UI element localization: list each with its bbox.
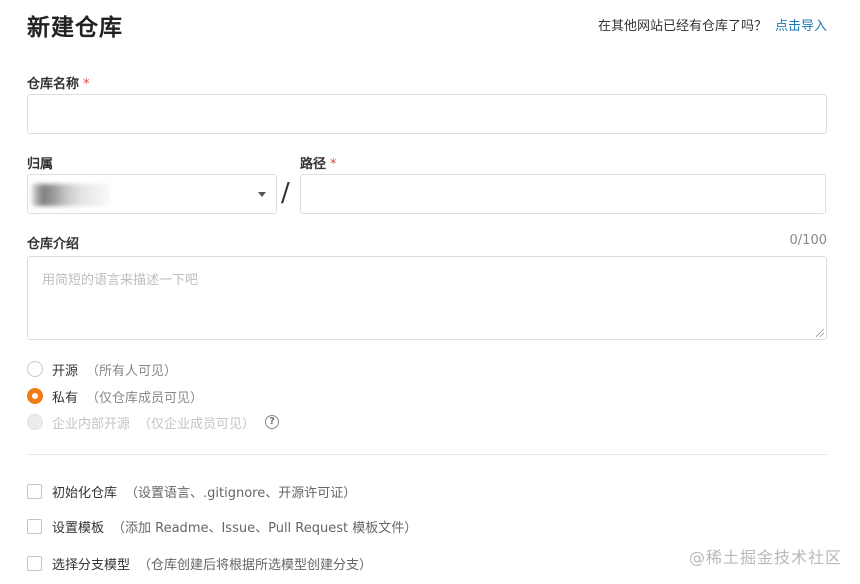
import-prompt: 在其他网站已经有仓库了吗？ [597, 19, 767, 34]
option-note: （添加 Readme、Issue、Pull Request 模板文件） [112, 520, 418, 536]
import-hint: 在其他网站已经有仓库了吗？ 点击导入 [598, 15, 827, 34]
repo-name-label: 仓库名称 * [27, 73, 90, 92]
radio-public[interactable]: 开源 （所有人可见） [27, 359, 177, 379]
radio-label: 开源 [52, 363, 79, 379]
owner-avatar-blurred [32, 184, 110, 206]
checkbox[interactable] [27, 555, 42, 571]
radio-circle-disabled [27, 414, 43, 430]
page-title: 新建仓库 [27, 15, 123, 41]
new-repo-page: 新建仓库 在其他网站已经有仓库了吗？ 点击导入 仓库名称 * 归属 路径 * / 仓库… [0, 0, 860, 584]
description-textarea[interactable]: 用简短的语言来描述一下吧 [27, 256, 827, 340]
option-label: 初始化仓库 [52, 485, 118, 501]
resize-handle-icon[interactable] [816, 329, 824, 337]
radio-enterprise: 企业内部开源 （仅企业成员可见） ? [27, 412, 280, 432]
divider [27, 454, 827, 455]
caret-down-icon [258, 192, 266, 197]
radio-note: （所有人可见） [86, 363, 178, 379]
path-separator: / [281, 178, 290, 208]
option-templates[interactable]: 设置模板 （添加 Readme、Issue、Pull Request 模板文件） [27, 516, 417, 536]
radio-label: 企业内部开源 [52, 416, 131, 432]
radio-label: 私有 [52, 390, 79, 406]
option-label: 设置模板 [52, 520, 105, 536]
radio-note: （仅仓库成员可见） [86, 390, 204, 406]
option-branch-model[interactable]: 选择分支模型 （仓库创建后将根据所选模型创建分支） [27, 553, 372, 573]
owner-label: 归属 [27, 157, 54, 172]
option-note: （设置语言、.gitignore、开源许可证） [125, 485, 357, 501]
path-label: 路径 * [300, 153, 337, 172]
watermark: @稀土掘金技术社区 [688, 548, 842, 567]
help-icon[interactable]: ? [265, 415, 280, 429]
path-label-text: 路径 [300, 157, 327, 172]
option-note: （仓库创建后将根据所选模型创建分支） [138, 557, 373, 573]
owner-select[interactable] [27, 174, 277, 214]
option-label: 选择分支模型 [52, 557, 131, 573]
checkbox[interactable] [27, 518, 42, 534]
import-link[interactable]: 点击导入 [775, 19, 827, 34]
repo-name-label-text: 仓库名称 [27, 77, 80, 92]
path-input[interactable] [300, 174, 826, 214]
radio-private[interactable]: 私有 （仅仓库成员可见） [27, 386, 203, 406]
required-mark: * [330, 157, 337, 172]
radio-circle[interactable] [27, 361, 43, 377]
description-label: 仓库介绍 [27, 237, 80, 252]
radio-circle-checked[interactable] [27, 388, 43, 404]
radio-note: （仅企业成员可见） [138, 416, 256, 432]
option-init-repo[interactable]: 初始化仓库 （设置语言、.gitignore、开源许可证） [27, 481, 356, 501]
repo-name-input[interactable] [27, 94, 827, 134]
checkbox[interactable] [27, 483, 42, 499]
required-mark: * [83, 77, 90, 92]
char-counter: 0/100 [789, 233, 827, 248]
description-placeholder: 用简短的语言来描述一下吧 [42, 273, 199, 288]
